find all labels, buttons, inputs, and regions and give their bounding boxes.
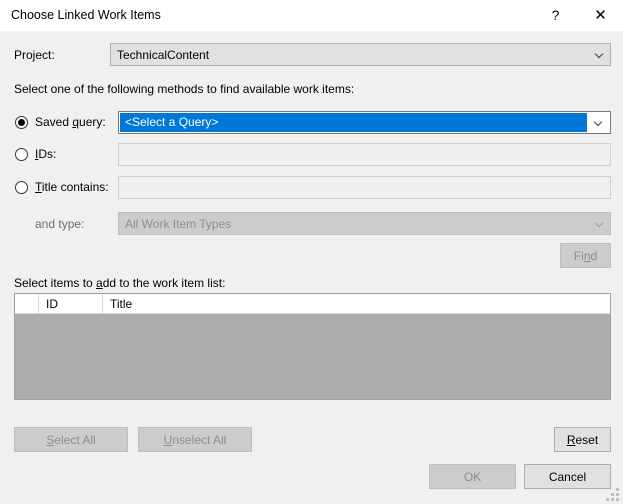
project-combobox[interactable]: TechnicalContent bbox=[110, 43, 611, 66]
listview-column-id[interactable]: ID bbox=[39, 294, 103, 313]
cancel-button-label: Cancel bbox=[548, 469, 587, 484]
select-all-button-label: Select All bbox=[46, 432, 96, 447]
resize-grip-icon[interactable] bbox=[606, 488, 620, 501]
help-button[interactable]: ? bbox=[533, 0, 578, 30]
choose-linked-work-items-dialog: Choose Linked Work Items ? ✕ Project: Te… bbox=[0, 0, 623, 504]
listview-column-title[interactable]: Title bbox=[103, 294, 610, 313]
work-item-type-combobox[interactable]: All Work Item Types bbox=[118, 212, 611, 235]
work-item-type-combobox-value: All Work Item Types bbox=[125, 216, 232, 231]
select-all-button[interactable]: Select All bbox=[14, 427, 128, 452]
question-mark-icon: ? bbox=[551, 7, 560, 23]
list-section-label: Select items to add to the work item lis… bbox=[14, 276, 226, 290]
work-items-listview[interactable]: ID Title bbox=[14, 293, 611, 400]
radio-saved-query[interactable]: Saved query: bbox=[15, 113, 106, 131]
title-bar: Choose Linked Work Items ? ✕ bbox=[0, 0, 623, 32]
dialog-body: Project: TechnicalContent Select one of … bbox=[0, 31, 623, 504]
reset-button-label: Reset bbox=[566, 432, 599, 447]
close-icon: ✕ bbox=[594, 6, 607, 24]
radio-title-contains-indicator bbox=[15, 180, 28, 194]
chevron-down-icon bbox=[588, 44, 610, 65]
ids-input[interactable] bbox=[118, 143, 611, 166]
listview-header: ID Title bbox=[15, 294, 610, 314]
ok-button-label: OK bbox=[463, 469, 482, 484]
listview-column-checkbox[interactable] bbox=[15, 294, 39, 313]
find-button-label: Find bbox=[573, 248, 598, 263]
radio-ids-indicator bbox=[15, 147, 28, 161]
radio-title-contains-label: Title contains: bbox=[35, 180, 109, 194]
saved-query-combobox[interactable]: <Select a Query> bbox=[118, 111, 611, 134]
project-combobox-value: TechnicalContent bbox=[117, 47, 210, 62]
and-type-label: and type: bbox=[35, 217, 85, 231]
window-title: Choose Linked Work Items bbox=[11, 8, 161, 22]
unselect-all-button-label: Unselect All bbox=[163, 432, 227, 447]
cancel-button[interactable]: Cancel bbox=[524, 464, 611, 489]
radio-title-contains[interactable]: Title contains: bbox=[15, 178, 109, 196]
radio-saved-query-indicator bbox=[15, 115, 28, 129]
close-button[interactable]: ✕ bbox=[578, 0, 623, 30]
project-label: Project: bbox=[14, 48, 55, 62]
find-button[interactable]: Find bbox=[560, 243, 611, 268]
saved-query-combobox-value: <Select a Query> bbox=[120, 113, 587, 132]
chevron-down-icon bbox=[588, 213, 610, 234]
radio-ids-label: IDs: bbox=[35, 147, 57, 161]
listview-body[interactable] bbox=[15, 314, 610, 399]
methods-instruction: Select one of the following methods to f… bbox=[14, 82, 355, 96]
chevron-down-icon bbox=[587, 113, 609, 132]
unselect-all-button[interactable]: Unselect All bbox=[138, 427, 252, 452]
title-contains-input[interactable] bbox=[118, 176, 611, 199]
reset-button[interactable]: Reset bbox=[554, 427, 611, 452]
ok-button[interactable]: OK bbox=[429, 464, 516, 489]
radio-saved-query-label: Saved query: bbox=[35, 115, 106, 129]
radio-ids[interactable]: IDs: bbox=[15, 145, 56, 163]
